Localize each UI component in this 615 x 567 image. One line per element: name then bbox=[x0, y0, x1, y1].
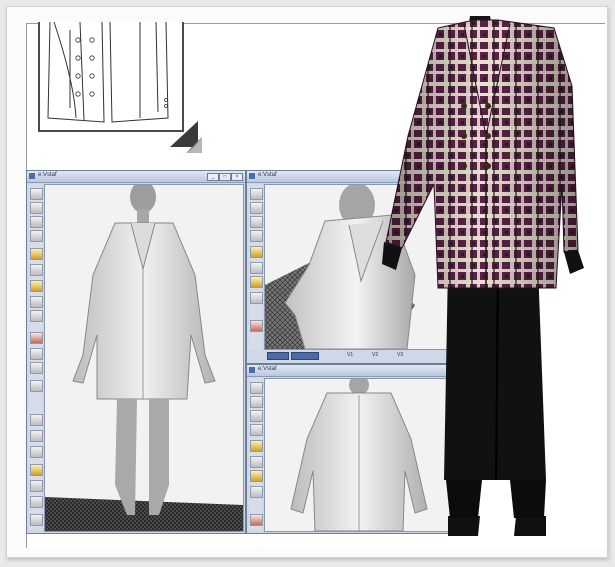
status-label: V1 bbox=[347, 352, 354, 358]
window-titlebar[interactable]: e:Vstaf _ □ × bbox=[27, 171, 245, 183]
tool-button[interactable] bbox=[30, 348, 43, 360]
tool-button-yellow[interactable] bbox=[30, 464, 43, 476]
tool-button-yellow[interactable] bbox=[250, 440, 263, 452]
plaid-coat-render bbox=[378, 16, 597, 540]
tool-button[interactable] bbox=[30, 414, 43, 426]
tool-button[interactable] bbox=[250, 424, 263, 436]
plaid-coat-image bbox=[382, 16, 584, 536]
coat-flat-drawing bbox=[47, 21, 169, 123]
tool-button[interactable] bbox=[30, 230, 43, 242]
tool-button[interactable] bbox=[30, 380, 43, 392]
window-icon bbox=[29, 173, 35, 179]
maximize-icon[interactable]: □ bbox=[219, 173, 231, 181]
tool-button-red[interactable] bbox=[250, 320, 263, 332]
tool-button[interactable] bbox=[250, 486, 263, 498]
view-toolbar bbox=[249, 184, 263, 350]
tool-button[interactable] bbox=[30, 202, 43, 214]
front-3d-viewport[interactable] bbox=[44, 184, 244, 532]
tool-button[interactable] bbox=[30, 264, 43, 276]
window-title: e:Vstaf bbox=[258, 172, 277, 178]
window-title: e:Vstaf bbox=[38, 172, 57, 178]
tool-button[interactable] bbox=[30, 514, 43, 526]
tool-button-yellow[interactable] bbox=[250, 276, 263, 288]
window-icon bbox=[249, 367, 255, 373]
tool-button-yellow[interactable] bbox=[250, 470, 263, 482]
tool-button-yellow[interactable] bbox=[30, 248, 43, 260]
tool-button-red[interactable] bbox=[250, 514, 263, 526]
minimize-icon[interactable]: _ bbox=[207, 173, 219, 181]
window-icon bbox=[249, 173, 255, 179]
tool-button[interactable] bbox=[250, 396, 263, 408]
tool-button[interactable] bbox=[30, 362, 43, 374]
tool-button[interactable] bbox=[30, 296, 43, 308]
tool-button[interactable] bbox=[30, 216, 43, 228]
tool-button[interactable] bbox=[250, 456, 263, 468]
tool-button[interactable] bbox=[30, 480, 43, 492]
technical-sketch bbox=[38, 21, 184, 132]
tool-button[interactable] bbox=[250, 262, 263, 274]
tool-button[interactable] bbox=[30, 188, 43, 200]
status-button[interactable] bbox=[291, 352, 319, 360]
status-button[interactable] bbox=[267, 352, 289, 360]
front-view-window[interactable]: e:Vstaf _ □ × bbox=[26, 170, 246, 534]
tool-button[interactable] bbox=[30, 446, 43, 458]
tool-button[interactable] bbox=[250, 216, 263, 228]
tool-button[interactable] bbox=[250, 292, 263, 304]
tool-button[interactable] bbox=[250, 410, 263, 422]
tool-button[interactable] bbox=[30, 310, 43, 322]
view-toolbar bbox=[29, 184, 43, 530]
window-title: e:Vstaf bbox=[258, 366, 277, 372]
tool-button-red[interactable] bbox=[30, 332, 43, 344]
avatar-front-render bbox=[45, 185, 243, 531]
page-curl-icon bbox=[170, 121, 202, 153]
tool-button-yellow[interactable] bbox=[250, 246, 263, 258]
tool-button-yellow[interactable] bbox=[30, 280, 43, 292]
tool-button[interactable] bbox=[250, 202, 263, 214]
view-toolbar bbox=[249, 378, 263, 530]
tool-button[interactable] bbox=[250, 188, 263, 200]
close-icon[interactable]: × bbox=[231, 173, 243, 181]
tool-button[interactable] bbox=[250, 230, 263, 242]
tool-button[interactable] bbox=[30, 430, 43, 442]
tool-button[interactable] bbox=[30, 496, 43, 508]
tool-button[interactable] bbox=[250, 382, 263, 394]
